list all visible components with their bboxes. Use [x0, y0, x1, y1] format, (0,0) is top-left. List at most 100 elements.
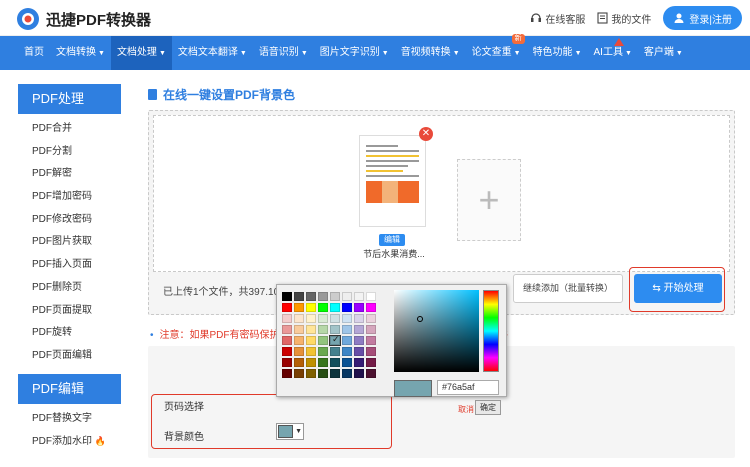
- login-button[interactable]: 登录|注册: [663, 6, 742, 30]
- logo-text[interactable]: 迅捷PDF转换器: [46, 9, 151, 30]
- sidebar-item[interactable]: PDF图片获取: [18, 231, 121, 254]
- sidebar-section-pdf-edit[interactable]: PDF编辑: [18, 373, 121, 404]
- color-swatch[interactable]: [354, 347, 364, 356]
- hex-input[interactable]: #76a5af: [437, 380, 499, 395]
- color-swatch[interactable]: [354, 314, 364, 323]
- color-swatch[interactable]: [306, 292, 316, 301]
- color-swatch[interactable]: [330, 292, 340, 301]
- color-swatch[interactable]: [330, 347, 340, 356]
- color-swatch[interactable]: [318, 369, 328, 378]
- color-swatch[interactable]: [354, 292, 364, 301]
- color-swatch[interactable]: [318, 347, 328, 356]
- sidebar-item[interactable]: PDF页面编辑: [18, 345, 121, 368]
- color-swatch[interactable]: [366, 303, 376, 312]
- color-swatch[interactable]: [282, 347, 292, 356]
- sidebar-item[interactable]: PDF插入页面: [18, 254, 121, 277]
- remove-file-button[interactable]: ✕: [419, 127, 433, 141]
- color-swatch[interactable]: [354, 358, 364, 367]
- sidebar-item[interactable]: PDF添加水印 🔥: [18, 430, 121, 453]
- file-thumbnail[interactable]: [359, 135, 426, 227]
- color-swatch[interactable]: [306, 336, 316, 345]
- color-swatch[interactable]: [318, 292, 328, 301]
- color-swatch[interactable]: [294, 347, 304, 356]
- sidebar-section-pdf-processing[interactable]: PDF处理: [18, 84, 121, 114]
- color-swatch[interactable]: [306, 347, 316, 356]
- color-swatch[interactable]: [306, 314, 316, 323]
- color-swatch[interactable]: [366, 292, 376, 301]
- color-swatch[interactable]: [342, 325, 352, 334]
- hue-slider[interactable]: [483, 290, 499, 372]
- nav-item-10[interactable]: 客户端 ▼: [638, 36, 689, 70]
- nav-item-7[interactable]: 论文查重 ▼ 新: [466, 34, 527, 70]
- color-swatch[interactable]: [318, 358, 328, 367]
- color-swatch[interactable]: [282, 336, 292, 345]
- color-swatch[interactable]: [330, 358, 340, 367]
- sidebar-item[interactable]: PDF旋转: [18, 322, 121, 345]
- color-marker[interactable]: [417, 316, 423, 322]
- nav-item-6[interactable]: 音视频转换 ▼: [395, 36, 466, 70]
- color-swatch[interactable]: [342, 347, 352, 356]
- color-swatch[interactable]: [294, 336, 304, 345]
- color-swatch[interactable]: [330, 314, 340, 323]
- color-swatch[interactable]: [354, 336, 364, 345]
- sidebar-item[interactable]: PDF替换文字: [18, 408, 121, 431]
- color-swatch[interactable]: [342, 369, 352, 378]
- nav-item-5[interactable]: 图片文字识别 ▼: [314, 36, 395, 70]
- sidebar-item[interactable]: PDF页面提取: [18, 300, 121, 323]
- color-swatch[interactable]: [282, 325, 292, 334]
- ok-button[interactable]: 确定: [475, 400, 501, 415]
- nav-item-1[interactable]: 文档转换 ▼: [50, 36, 111, 70]
- color-swatch[interactable]: [282, 358, 292, 367]
- sidebar-item[interactable]: PDF增加密码: [18, 186, 121, 209]
- sidebar-item[interactable]: PDF合并: [18, 118, 121, 141]
- sidebar-item[interactable]: PDF删除页: [18, 277, 121, 300]
- color-swatch[interactable]: [329, 334, 341, 346]
- my-files-link[interactable]: 我的文件: [597, 11, 651, 26]
- color-swatch[interactable]: [342, 303, 352, 312]
- add-file-button[interactable]: +: [457, 159, 521, 241]
- color-swatch[interactable]: [366, 336, 376, 345]
- color-swatch[interactable]: [306, 358, 316, 367]
- color-swatch[interactable]: [294, 325, 304, 334]
- color-swatch[interactable]: [294, 303, 304, 312]
- file-drop-zone[interactable]: ✕ 编辑 节后水果消费... +: [153, 115, 730, 272]
- color-swatch[interactable]: [294, 358, 304, 367]
- saturation-value-area[interactable]: [394, 290, 479, 372]
- color-swatch[interactable]: [366, 347, 376, 356]
- color-swatch[interactable]: [366, 314, 376, 323]
- color-swatch[interactable]: [342, 336, 352, 345]
- color-swatch[interactable]: [318, 314, 328, 323]
- color-swatch[interactable]: [354, 369, 364, 378]
- color-swatch[interactable]: [282, 369, 292, 378]
- cancel-link[interactable]: 取消: [458, 404, 474, 415]
- nav-item-4[interactable]: 语音识别 ▼: [253, 36, 314, 70]
- color-swatch[interactable]: [330, 303, 340, 312]
- edit-file-button[interactable]: 编辑: [379, 234, 405, 246]
- nav-item-3[interactable]: 文档文本翻译 ▼: [172, 36, 253, 70]
- color-swatch[interactable]: [366, 358, 376, 367]
- color-swatch[interactable]: [294, 292, 304, 301]
- color-swatch[interactable]: [318, 303, 328, 312]
- color-swatch[interactable]: [282, 292, 292, 301]
- sidebar-item[interactable]: PDF解密: [18, 163, 121, 186]
- color-swatch[interactable]: [282, 303, 292, 312]
- color-swatch[interactable]: [306, 325, 316, 334]
- customer-service-link[interactable]: 在线客服: [530, 11, 585, 26]
- color-swatch[interactable]: [342, 358, 352, 367]
- nav-item-8[interactable]: 特色功能 ▼: [527, 36, 588, 70]
- color-swatch[interactable]: [306, 303, 316, 312]
- color-swatch[interactable]: [354, 303, 364, 312]
- color-swatch[interactable]: [318, 336, 328, 345]
- color-swatch[interactable]: [330, 369, 340, 378]
- color-swatch[interactable]: [366, 369, 376, 378]
- nav-item-9[interactable]: AI工具 ▼: [588, 36, 638, 70]
- color-swatch[interactable]: [318, 325, 328, 334]
- nav-item-2[interactable]: 文档处理 ▼: [110, 36, 172, 70]
- sidebar-item[interactable]: PDF修改密码: [18, 209, 121, 232]
- nav-item-0[interactable]: 首页: [18, 36, 50, 70]
- color-swatch[interactable]: [366, 325, 376, 334]
- color-swatch[interactable]: [330, 325, 340, 334]
- sidebar-item[interactable]: PDF分割: [18, 141, 121, 164]
- color-swatch[interactable]: [354, 325, 364, 334]
- color-swatch[interactable]: [294, 314, 304, 323]
